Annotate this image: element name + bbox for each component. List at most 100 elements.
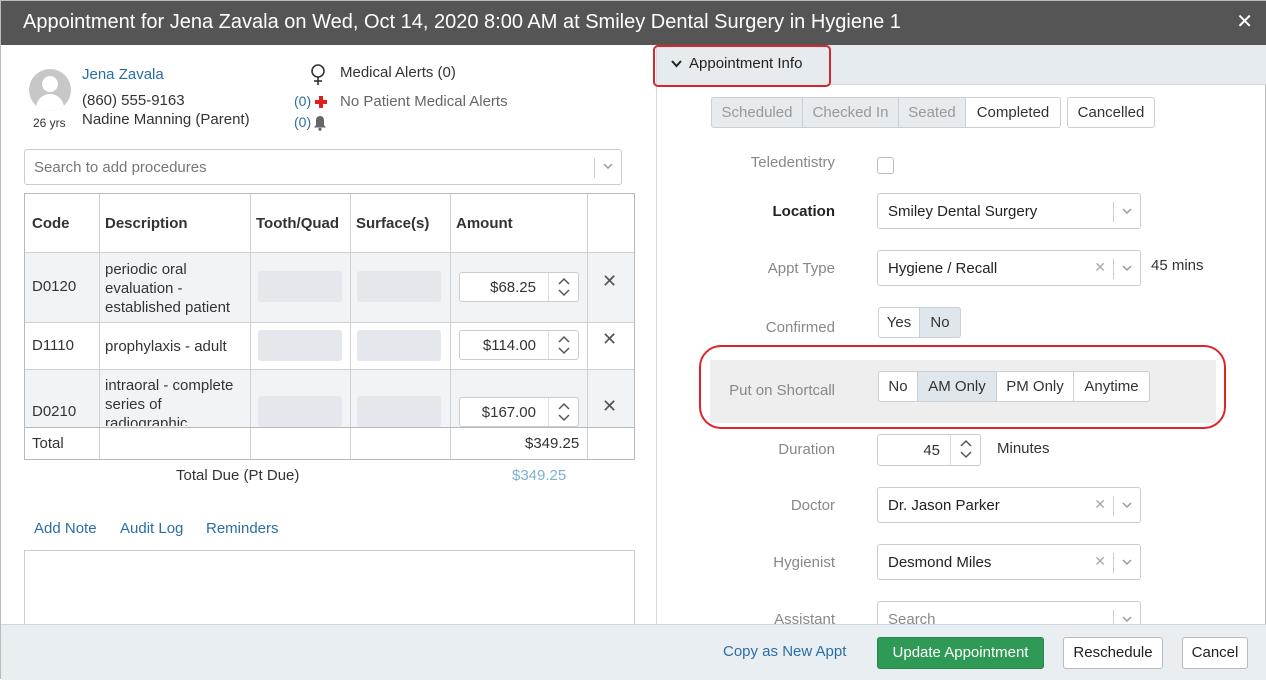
cancel-button[interactable]: Cancel [1182,637,1248,669]
patient-phone: (860) 555-9163 [82,92,185,109]
copy-as-new-appt-link[interactable]: Copy as New Appt [723,643,846,660]
surface-field[interactable] [357,271,441,302]
clear-icon[interactable]: ✕ [1094,259,1106,276]
medical-cross-icon [315,96,327,108]
clear-icon[interactable]: ✕ [1094,496,1106,513]
location-select[interactable]: Smiley Dental Surgery [877,193,1141,229]
remove-procedure-icon[interactable]: ✕ [602,271,617,292]
update-appointment-button[interactable]: Update Appointment [877,637,1044,669]
column-header-tooth: Tooth/Quad [256,215,340,232]
chevron-down-icon[interactable] [558,289,570,297]
add-note-link[interactable]: Add Note [34,520,97,537]
duration-label: Duration [778,441,835,458]
status-seated[interactable]: Seated [898,97,966,128]
remove-procedure-icon[interactable]: ✕ [602,329,617,350]
chevron-down-icon[interactable] [1121,262,1133,274]
amount-input[interactable]: $167.00 [459,397,579,427]
tooth-field[interactable] [258,396,342,427]
procedures-table: Code Description Tooth/Quad Surface(s) A… [24,193,635,460]
clear-icon[interactable]: ✕ [1094,553,1106,570]
chevron-up-icon[interactable] [558,277,570,285]
medical-alerts-status: No Patient Medical Alerts [340,93,508,110]
close-icon[interactable]: ✕ [1236,9,1253,34]
chevron-down-icon[interactable] [1121,499,1133,511]
highlight-box-appointment-info [653,45,831,87]
chevron-down-icon[interactable] [558,347,570,355]
amount-stepper[interactable] [548,398,578,426]
surface-field[interactable] [357,396,441,427]
audit-log-link[interactable]: Audit Log [120,520,183,537]
status-completed[interactable]: Completed [965,97,1061,128]
avatar [29,69,71,111]
tooth-field[interactable] [258,330,342,361]
modal-title-bar: Appointment for Jena Zavala on Wed, Oct … [1,1,1266,45]
doctor-select[interactable]: Dr. Jason Parker ✕ [877,487,1141,523]
duration-input[interactable]: 45 [877,434,981,466]
appointment-modal: Appointment for Jena Zavala on Wed, Oct … [0,0,1266,680]
total-due-value: $349.25 [512,467,567,484]
confirmed-yes[interactable]: Yes [878,307,920,338]
confirmed-no[interactable]: No [919,307,961,338]
location-label: Location [772,203,836,220]
hygienist-value: Desmond Miles [888,554,992,571]
chevron-up-icon[interactable] [960,439,972,447]
confirmed-label: Confirmed [765,319,835,336]
amount-input[interactable]: $68.25 [459,272,579,302]
column-header-surface: Surface(s) [356,215,430,232]
duration-unit: Minutes [997,440,1050,457]
procedure-search-input[interactable]: Search to add procedures [24,149,622,185]
table-row-description: periodic oral evaluation - established p… [105,261,231,316]
total-label: Total [32,435,64,452]
highlight-box-shortcall [699,345,1226,429]
patient-name-link[interactable]: Jena Zavala [82,66,164,83]
total-due-label: Total Due (Pt Due) [176,467,300,484]
amount-input[interactable]: $114.00 [459,330,579,360]
column-header-code: Code [32,215,70,232]
patient-guardian: Nadine Manning (Parent) [82,111,250,128]
appt-type-duration: 45 mins [1151,257,1204,274]
reminders-link[interactable]: Reminders [206,520,279,537]
doctor-label: Doctor [790,497,835,514]
patient-age: 26 yrs [33,116,66,130]
appt-type-label: Appt Type [767,260,835,277]
table-row-description: prophylaxis - adult [105,338,227,355]
table-row-description: intraoral - complete series of radiograp… [105,377,234,426]
chevron-down-icon[interactable] [558,414,570,422]
surface-field[interactable] [357,330,441,361]
reschedule-button[interactable]: Reschedule [1063,637,1163,669]
female-icon [311,64,325,85]
hygienist-select[interactable]: Desmond Miles ✕ [877,544,1141,580]
note-textarea[interactable] [24,550,635,630]
chevron-down-icon[interactable] [960,451,972,459]
bell-icon [314,116,326,131]
column-header-description: Description [105,215,188,232]
amount-value: $114.00 [482,337,536,354]
amount-value: $167.00 [481,404,536,421]
total-value: $349.25 [525,435,580,452]
status-scheduled[interactable]: Scheduled [711,97,803,128]
status-checked-in[interactable]: Checked In [802,97,899,128]
duration-stepper[interactable] [950,435,980,465]
chevron-down-icon[interactable] [1121,556,1133,568]
chevron-up-icon[interactable] [558,402,570,410]
chevron-down-icon[interactable] [602,160,614,172]
tooth-field[interactable] [258,271,342,302]
teledentistry-label: Teledentistry [750,154,835,171]
table-row-code: D0120 [32,278,77,295]
notification-alert-count[interactable]: (0) [294,114,311,130]
location-value: Smiley Dental Surgery [888,203,1038,220]
medical-alert-count[interactable]: (0) [294,93,311,109]
teledentistry-checkbox[interactable] [877,157,894,174]
chevron-up-icon[interactable] [558,335,570,343]
amount-stepper[interactable] [548,273,578,301]
appt-type-select[interactable]: Hygiene / Recall ✕ [877,250,1141,286]
duration-value: 45 [923,442,940,459]
doctor-value: Dr. Jason Parker [888,497,1000,514]
chevron-down-icon[interactable] [1121,205,1133,217]
status-cancelled[interactable]: Cancelled [1067,97,1155,128]
medical-alerts-title: Medical Alerts (0) [340,64,456,81]
remove-procedure-icon[interactable]: ✕ [602,396,617,417]
column-header-amount: Amount [456,215,513,232]
amount-value: $68.25 [490,279,536,296]
amount-stepper[interactable] [548,331,578,359]
